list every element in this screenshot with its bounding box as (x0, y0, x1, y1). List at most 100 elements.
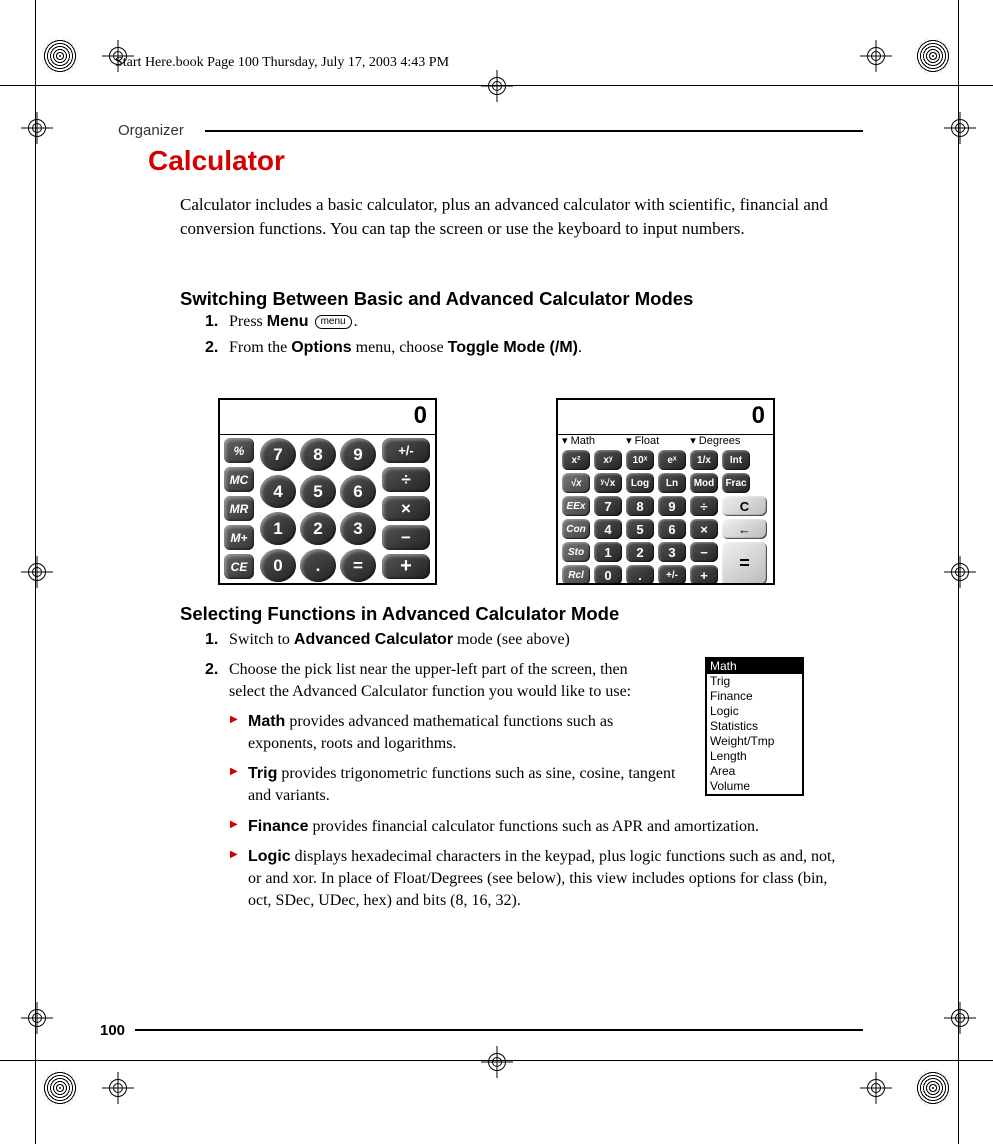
bullet-trig: Trig provides trigonometric functions su… (230, 763, 683, 807)
step-text: . (578, 339, 582, 356)
registration-target-icon (948, 560, 972, 584)
picklist-float: ▾ Float (626, 435, 659, 447)
bullet-text: provides financial calculator functions … (308, 818, 759, 835)
key-6: 6 (340, 475, 376, 508)
key-yroot: ʸ√x (594, 473, 622, 493)
step-number: 2. (205, 659, 225, 681)
key-frac: Frac (722, 473, 750, 493)
bullet-label: Trig (248, 765, 277, 782)
key-9: 9 (340, 438, 376, 471)
registration-target-icon (948, 116, 972, 140)
key-xy: xʸ (594, 450, 622, 470)
key-mc: MC (224, 467, 254, 492)
key-4: 4 (594, 519, 622, 539)
step-number: 1. (205, 313, 225, 331)
bullet-finance: Finance provides financial calculator fu… (230, 816, 848, 838)
bullet-label: Logic (248, 848, 291, 865)
step-text: Switch to (229, 631, 294, 648)
key-back: ← (722, 519, 767, 539)
key-6: 6 (658, 519, 686, 539)
step-text: From the (229, 339, 291, 356)
section-title: Calculator (148, 145, 285, 177)
key-1x: 1/x (690, 450, 718, 470)
bullet-logic: Logic displays hexadecimal characters in… (230, 846, 848, 912)
chapter-rule (205, 130, 863, 132)
key-log: Log (626, 473, 654, 493)
menu-label: Menu (267, 313, 309, 330)
key-equals: = (340, 549, 376, 582)
registration-target-icon (485, 74, 509, 98)
registration-circle-icon (915, 1070, 951, 1106)
key-mr: MR (224, 496, 254, 521)
key-minus: − (690, 542, 718, 562)
page-number: 100 (100, 1022, 125, 1039)
key-ce: CE (224, 554, 254, 579)
key-plus: + (382, 554, 430, 579)
bullet-text: provides trigonometric functions such as… (248, 765, 675, 804)
picklist-item-selected: Math (707, 659, 802, 674)
advanced-calculator-screenshot: 0 ▾ Math ▾ Float ▾ Degrees x² xʸ 10ˣ eˣ … (556, 398, 775, 585)
key-0: 0 (594, 565, 622, 585)
key-mplus: M+ (224, 525, 254, 550)
chapter-label: Organizer (118, 122, 184, 139)
options-label: Options (291, 339, 351, 356)
basic-keypad: % MC MR M+ CE 7 8 9 4 5 6 1 2 3 0 . = +/… (222, 436, 433, 581)
footer-rule (135, 1029, 863, 1031)
key-2: 2 (300, 512, 336, 545)
step-text: . (354, 313, 358, 330)
registration-target-icon (25, 116, 49, 140)
bullet-text: displays hexadecimal characters in the k… (248, 848, 835, 909)
key-7: 7 (260, 438, 296, 471)
step-1: 1. Press Menu menu. (205, 313, 825, 331)
key-divide: ÷ (690, 496, 718, 516)
key-plus: + (690, 565, 718, 585)
key-xsq: x² (562, 450, 590, 470)
key-5: 5 (626, 519, 654, 539)
key-c: C (722, 496, 767, 516)
picklist-item: Weight/Tmp (707, 734, 802, 749)
key-1: 1 (260, 512, 296, 545)
picklist-item: Trig (707, 674, 802, 689)
key-8: 8 (300, 438, 336, 471)
registration-target-icon (25, 560, 49, 584)
basic-calculator-screenshot: 0 % MC MR M+ CE 7 8 9 4 5 6 1 2 3 0 . = … (218, 398, 437, 585)
toggle-mode-label: Toggle Mode (/M) (448, 339, 578, 356)
bullet-math: Math provides advanced mathematical func… (230, 711, 683, 755)
key-percent: % (224, 438, 254, 463)
key-sto: Sto (562, 542, 590, 562)
key-ln: Ln (658, 473, 686, 493)
key-ex: eˣ (658, 450, 686, 470)
subheading-switch-modes: Switching Between Basic and Advanced Cal… (180, 288, 693, 310)
step-text: menu, choose (352, 339, 448, 356)
bullet-label: Math (248, 713, 285, 730)
book-header: Start Here.book Page 100 Thursday, July … (115, 55, 449, 71)
key-minus: − (382, 525, 430, 550)
key-9: 9 (658, 496, 686, 516)
key-3: 3 (340, 512, 376, 545)
subheading-selecting-functions: Selecting Functions in Advanced Calculat… (180, 603, 619, 625)
key-7: 7 (594, 496, 622, 516)
function-picklist: Math Trig Finance Logic Statistics Weigh… (705, 657, 804, 796)
key-rcl: Rcl (562, 565, 590, 585)
key-10x: 10ˣ (626, 450, 654, 470)
key-multiply: × (382, 496, 430, 521)
registration-target-icon (864, 1076, 888, 1100)
key-multiply: × (690, 519, 718, 539)
picklist-degrees: ▾ Degrees (690, 435, 740, 447)
registration-circle-icon (42, 38, 78, 74)
step-text: mode (see above) (453, 631, 570, 648)
registration-target-icon (485, 1050, 509, 1074)
picklist-item: Volume (707, 779, 802, 794)
step-2: 2. From the Options menu, choose Toggle … (205, 339, 825, 357)
calc-display: 0 (558, 400, 773, 435)
picklist-item: Finance (707, 689, 802, 704)
key-0: 0 (260, 549, 296, 582)
intro-paragraph: Calculator includes a basic calculator, … (180, 193, 830, 241)
key-4: 4 (260, 475, 296, 508)
key-eex: EEx (562, 496, 590, 516)
bullet-label: Finance (248, 818, 308, 835)
registration-target-icon (948, 1006, 972, 1030)
picklist-item: Area (707, 764, 802, 779)
key-plusminus: +/- (658, 565, 686, 585)
key-mod: Mod (690, 473, 718, 493)
